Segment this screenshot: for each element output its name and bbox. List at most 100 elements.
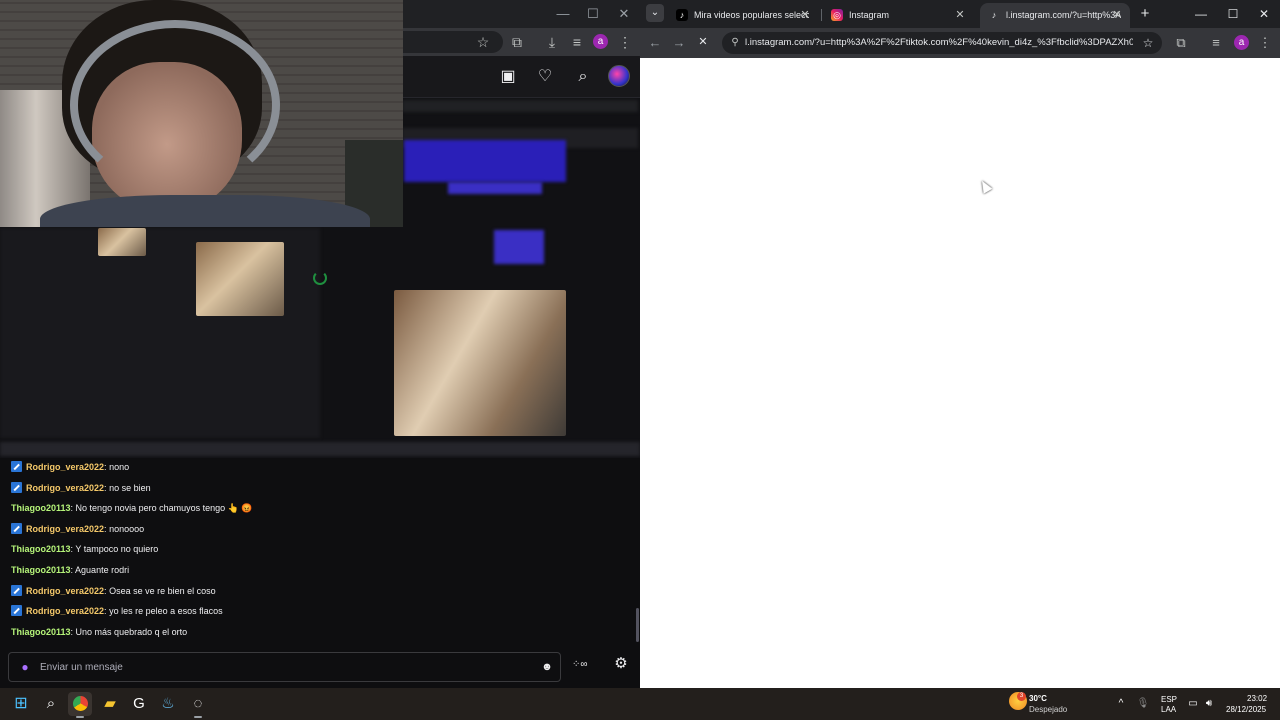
prime-badge-icon[interactable] bbox=[11, 461, 22, 472]
tab-close-icon[interactable]: ✕ bbox=[798, 8, 812, 22]
search-icon[interactable]: ⌕ bbox=[39, 692, 63, 716]
stop-loading-icon[interactable]: ✕ bbox=[697, 36, 709, 48]
profile-avatar[interactable]: a bbox=[593, 34, 608, 49]
chat-username[interactable]: Thiagoo20113 bbox=[11, 565, 71, 575]
channel-points-button[interactable]: ⁘∞ bbox=[572, 656, 600, 674]
bookmark-star-icon[interactable]: ☆ bbox=[474, 33, 492, 51]
prime-badge-icon[interactable] bbox=[11, 522, 22, 534]
maximize-icon[interactable]: ☐ bbox=[578, 0, 608, 28]
tab-title: Instagram bbox=[849, 10, 890, 20]
active-app-indicator bbox=[194, 716, 202, 718]
chat-settings-icon[interactable]: ⚙ bbox=[612, 655, 630, 673]
extensions-icon[interactable]: ⧉ bbox=[508, 33, 526, 51]
microphone-icon[interactable]: 🎙︎ bbox=[1136, 697, 1150, 711]
chat-username[interactable]: Rodrigo_vera2022 bbox=[26, 606, 104, 616]
instagram-icon: ◎ bbox=[831, 9, 843, 21]
tab-strip: ⌄ ♪ Mira videos populares seleccio ✕ ◎ I… bbox=[640, 0, 1280, 28]
chat-scrollbar[interactable] bbox=[636, 608, 639, 642]
back-icon[interactable]: ← bbox=[646, 34, 664, 52]
tab-search-icon[interactable]: ⌄ bbox=[646, 4, 664, 22]
chat-text: Y tampoco no quiero bbox=[75, 544, 159, 555]
right-browser-window: ⌄ ♪ Mira videos populares seleccio ✕ ◎ I… bbox=[640, 0, 1280, 688]
close-icon[interactable]: ✕ bbox=[609, 0, 639, 28]
chat-username[interactable]: Rodrigo_vera2022 bbox=[26, 483, 104, 493]
file-explorer-icon[interactable]: ▰ bbox=[98, 692, 122, 716]
tab-separator bbox=[821, 9, 822, 21]
weather-temperature: 30°C bbox=[1029, 694, 1047, 703]
mouse-cursor-icon bbox=[977, 178, 993, 194]
page-content[interactable] bbox=[640, 58, 1280, 688]
minimize-icon[interactable]: — bbox=[548, 0, 578, 28]
user-avatar[interactable] bbox=[608, 65, 630, 87]
chat-username[interactable]: Thiagoo20113 bbox=[11, 544, 71, 554]
minimize-icon[interactable]: — bbox=[1185, 0, 1217, 28]
chat-text: Uno más quebrado q el orto bbox=[75, 626, 188, 637]
browser-toolbar: ← → ✕ ⚲ l.instagram.com/?u=http%3A%2F%2F… bbox=[640, 28, 1280, 58]
webcam-headphones bbox=[70, 20, 280, 190]
video-icon[interactable]: ▣ bbox=[498, 67, 518, 87]
media-icon[interactable]: ≡ bbox=[568, 33, 586, 51]
forward-icon[interactable]: → bbox=[670, 34, 688, 52]
tiktok-icon: ♪ bbox=[991, 10, 997, 20]
windows-start-icon[interactable]: ⊞ bbox=[9, 692, 33, 716]
new-tab-icon[interactable]: + bbox=[1136, 5, 1154, 23]
bookmark-star-icon[interactable]: ☆ bbox=[1140, 35, 1156, 51]
heart-icon[interactable]: ♡ bbox=[535, 67, 555, 87]
tab-title: Mira videos populares seleccio bbox=[694, 10, 809, 20]
language-top[interactable]: ESP bbox=[1161, 695, 1177, 705]
chevron-up-icon[interactable]: ^ bbox=[1114, 697, 1128, 711]
tiktok-icon: ♪ bbox=[676, 9, 688, 21]
chat-text: No tengo novia pero chamuyos tengo 👆 😡 bbox=[75, 503, 253, 514]
chrome-icon[interactable] bbox=[68, 692, 92, 716]
chat-username[interactable]: Rodrigo_vera2022 bbox=[26, 462, 104, 472]
menu-dots-icon[interactable]: ⋮ bbox=[1256, 34, 1274, 52]
chat-input-placeholder: Enviar un mensaje bbox=[40, 662, 123, 673]
webcam-shirt bbox=[40, 195, 370, 227]
prime-badge-icon[interactable] bbox=[11, 481, 22, 493]
site-info-icon[interactable]: ⚲ bbox=[728, 36, 742, 50]
chat-username[interactable]: Thiagoo20113 bbox=[11, 503, 71, 513]
extensions-icon[interactable]: ⧉ bbox=[1172, 34, 1190, 52]
desktop: — ☐ ✕ ☆ ⧉ ⤓ ≡ a ⋮ ▣ ♡ ⌕ Rodrigo_vera2022… bbox=[0, 0, 1280, 720]
stream-inner-bubble bbox=[448, 182, 542, 194]
recording-app-icon[interactable]: ◌ bbox=[186, 692, 210, 716]
clock-date[interactable]: 28/12/2025 bbox=[1226, 705, 1266, 715]
prime-badge-icon[interactable] bbox=[11, 605, 22, 617]
microphone-icon[interactable]: ● bbox=[20, 660, 30, 674]
chat-message: Thiagoo20113: Y tampoco no quiero bbox=[11, 540, 158, 558]
left-browser-window: — ☐ ✕ ☆ ⧉ ⤓ ≡ a ⋮ ▣ ♡ ⌕ Rodrigo_vera2022… bbox=[0, 0, 640, 688]
menu-dots-icon[interactable]: ⋮ bbox=[616, 33, 634, 51]
taskbar: ⊞ ⌕ ▰ G ♨ ◌ bbox=[0, 688, 1280, 720]
chat-message: Rodrigo_vera2022: nono bbox=[11, 458, 129, 476]
tab-tiktok[interactable]: ♪ Mira videos populares seleccio ✕ bbox=[668, 3, 818, 28]
emote-picker-icon[interactable]: ☻ bbox=[541, 661, 553, 673]
loading-spinner bbox=[313, 271, 327, 285]
tab-close-icon[interactable]: ✕ bbox=[1110, 8, 1124, 22]
maximize-icon[interactable]: ☐ bbox=[1217, 0, 1249, 28]
stream-inner-titlebar bbox=[402, 100, 638, 112]
download-icon[interactable]: ⤓ bbox=[543, 33, 561, 51]
chat-username[interactable]: Rodrigo_vera2022 bbox=[26, 586, 104, 596]
address-bar[interactable]: ⚲ l.instagram.com/?u=http%3A%2F%2Ftiktok… bbox=[722, 32, 1162, 54]
prime-badge-icon[interactable] bbox=[11, 584, 22, 596]
tab-close-icon[interactable]: ✕ bbox=[953, 8, 967, 22]
app-icon[interactable]: G bbox=[127, 692, 151, 716]
clock-time[interactable]: 23:02 bbox=[1247, 694, 1267, 704]
search-icon[interactable]: ⌕ bbox=[573, 67, 593, 87]
network-icon[interactable]: ▭ bbox=[1186, 697, 1200, 711]
chat-input[interactable]: ● Enviar un mensaje ☻ bbox=[8, 652, 561, 682]
chat-username[interactable]: Rodrigo_vera2022 bbox=[26, 524, 104, 534]
chat-message: Thiagoo20113: Uno más quebrado q el orto bbox=[11, 623, 187, 641]
close-icon[interactable]: ✕ bbox=[1248, 0, 1280, 28]
tab-active-redirect[interactable]: ♪ l.instagram.com/?u=http%3A% ✕ bbox=[980, 3, 1130, 28]
steam-icon[interactable]: ♨ bbox=[156, 692, 180, 716]
chat-message: Rodrigo_vera2022: no se bien bbox=[11, 479, 151, 497]
chat-username[interactable]: Thiagoo20113 bbox=[11, 627, 71, 637]
tab-instagram[interactable]: ◎ Instagram ✕ bbox=[823, 3, 973, 28]
volume-icon[interactable]: 🔊︎ bbox=[1202, 697, 1216, 711]
chrome-logo bbox=[72, 696, 88, 711]
media-icon[interactable]: ≡ bbox=[1207, 34, 1225, 52]
chat-message: Thiagoo20113: Aguante rodri bbox=[11, 561, 129, 579]
language-bottom[interactable]: LAA bbox=[1161, 705, 1176, 715]
profile-avatar[interactable]: a bbox=[1234, 35, 1249, 50]
